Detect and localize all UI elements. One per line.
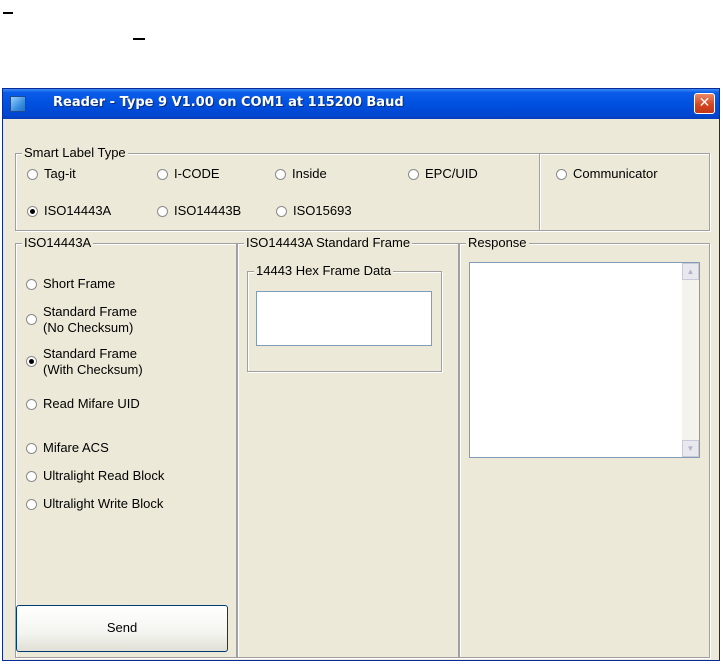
radio-indicator [157,206,168,217]
radio-indicator [26,399,37,410]
radio-indicator [27,169,38,180]
radio-label: Standard Frame (With Checksum) [43,346,143,377]
radio-label: ISO14443A [44,203,112,218]
radio-indicator [26,314,37,325]
radio-mifare-acs[interactable]: Mifare ACS [26,440,109,456]
hex-frame-data-input[interactable] [256,291,432,346]
radio-ultralight-write-block[interactable]: Ultralight Write Block [26,496,163,512]
document-underline-mark-2 [133,38,145,40]
radio-indicator [27,206,38,217]
radio-label: Mifare ACS [43,440,109,455]
response-legend: Response [466,235,529,251]
radio-label: Communicator [573,166,658,181]
radio-ultralight-read-block[interactable]: Ultralight Read Block [26,468,164,484]
radio-standard-frame-with-checksum[interactable]: Standard Frame (With Checksum) [26,346,143,378]
radio-iso14443a[interactable]: ISO14443A [27,203,111,219]
radio-indicator [556,169,567,180]
radio-epc-uid[interactable]: EPC/UID [408,166,478,182]
communicator-group [539,153,710,231]
smart-label-type-group: Smart Label Type [15,145,540,231]
radio-indicator [275,169,286,180]
radio-label: Standard Frame (No Checksum) [43,304,137,335]
document-underline-mark [3,12,13,14]
reader-window: Reader - Type 9 V1.00 on COM1 at 115200 … [2,88,720,661]
radio-indicator [408,169,419,180]
radio-indicator [276,206,287,217]
radio-i-code[interactable]: I-CODE [157,166,220,182]
radio-communicator[interactable]: Communicator [556,166,658,182]
scroll-down-icon[interactable]: ▼ [682,440,699,457]
radio-label: EPC/UID [425,166,478,181]
radio-label: Short Frame [43,276,116,291]
hex-frame-data-legend: 14443 Hex Frame Data [254,263,394,279]
radio-inside[interactable]: Inside [275,166,327,182]
radio-label: ISO14443B [174,203,242,218]
response-scrollbar[interactable]: ▲ ▼ [682,263,699,457]
radio-short-frame[interactable]: Short Frame [26,276,115,292]
radio-label: Tag-it [44,166,76,181]
radio-indicator [26,443,37,454]
standard-frame-legend: ISO14443A Standard Frame [244,235,413,251]
radio-indicator [26,279,37,290]
title-bar[interactable]: Reader - Type 9 V1.00 on COM1 at 115200 … [3,89,719,119]
radio-label: ISO15693 [293,203,352,218]
radio-indicator [157,169,168,180]
window-title: Reader - Type 9 V1.00 on COM1 at 115200 … [53,95,404,110]
close-button[interactable]: ✕ [694,93,715,114]
radio-iso15693[interactable]: ISO15693 [276,203,352,219]
radio-label: Ultralight Read Block [43,468,165,483]
response-textarea[interactable]: ▲ ▼ [469,262,700,458]
send-button-label: Send [106,620,138,635]
send-button[interactable]: Send [16,605,228,652]
app-icon [10,96,26,112]
radio-iso14443b[interactable]: ISO14443B [157,203,241,219]
iso14443a-legend: ISO14443A [22,235,94,251]
radio-indicator [26,499,37,510]
scroll-up-icon[interactable]: ▲ [682,263,699,280]
radio-label: Read Mifare UID [43,396,140,411]
radio-label: Inside [292,166,327,181]
close-icon: ✕ [698,95,711,111]
radio-indicator [26,471,37,482]
radio-label: I-CODE [174,166,220,181]
radio-label: Ultralight Write Block [43,496,164,511]
radio-standard-frame-no-checksum[interactable]: Standard Frame (No Checksum) [26,304,137,336]
smart-label-type-legend: Smart Label Type [22,145,128,161]
radio-indicator [26,356,37,367]
radio-tag-it[interactable]: Tag-it [27,166,76,182]
radio-read-mifare-uid[interactable]: Read Mifare UID [26,396,140,412]
